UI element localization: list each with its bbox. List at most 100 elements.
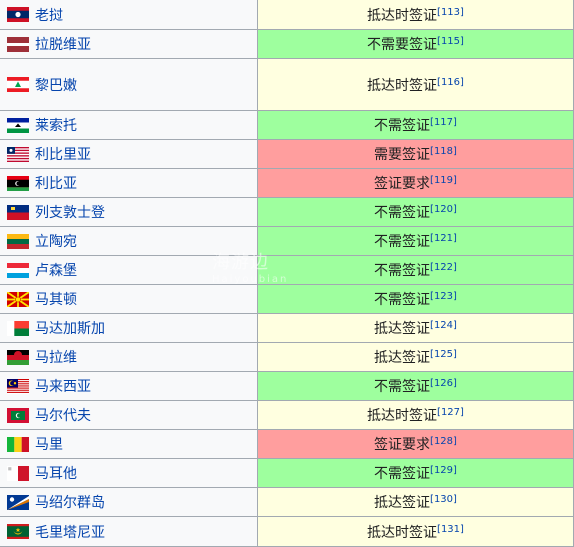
table-row: 马里 签证要求[128]	[0, 429, 574, 459]
country-link[interactable]: 立陶宛	[35, 231, 77, 251]
reference-link[interactable]: [130]	[430, 494, 457, 505]
macedonia-flag-icon	[7, 291, 29, 307]
country-wrap: 卢森堡	[0, 260, 257, 280]
table-row: 马拉维 抵达签证[125]	[0, 342, 574, 372]
table-row: 老挝 抵达时签证[113]	[0, 0, 574, 30]
country-link[interactable]: 马尔代夫	[35, 405, 91, 425]
country-cell: 马来西亚	[0, 371, 258, 401]
country-cell: 利比里亚	[0, 139, 258, 169]
visa-status-cell: 不需签证[123]	[257, 284, 574, 314]
reference-link[interactable]: [128]	[430, 436, 457, 447]
country-link[interactable]: 马绍尔群岛	[35, 492, 105, 512]
reference-link[interactable]: [120]	[430, 204, 457, 215]
country-link[interactable]: 列支敦士登	[35, 202, 105, 222]
reference-link[interactable]: [127]	[437, 407, 464, 418]
country-wrap: 利比里亚	[0, 144, 257, 164]
country-cell: 拉脱维亚	[0, 29, 258, 59]
reference-link[interactable]: [125]	[430, 349, 457, 360]
country-wrap: 马拉维	[0, 347, 257, 367]
visa-status-cell: 抵达时签证[127]	[257, 400, 574, 430]
country-cell: 马耳他	[0, 458, 258, 488]
mauritania-flag-icon	[7, 524, 29, 539]
visa-status-text: 不需要签证	[367, 37, 438, 53]
reference-link[interactable]: [117]	[430, 117, 457, 128]
table-row: 马其顿 不需签证[123]	[0, 284, 574, 314]
lithuania-flag-icon	[7, 233, 29, 249]
malta-flag-icon	[7, 465, 29, 481]
country-link[interactable]: 卢森堡	[35, 260, 77, 280]
reference-link[interactable]: [113]	[437, 7, 464, 18]
reference-link[interactable]: [121]	[430, 233, 457, 244]
visa-status-text: 签证要求	[374, 176, 431, 192]
visa-status-cell: 不需签证[121]	[257, 226, 574, 256]
country-cell: 莱索托	[0, 110, 258, 140]
reference-link[interactable]: [122]	[430, 262, 457, 273]
visa-status-cell: 不需签证[126]	[257, 371, 574, 401]
madagascar-flag-icon	[7, 320, 29, 336]
reference-sup: [119]	[430, 175, 457, 186]
visa-status-text: 抵达时签证	[367, 77, 438, 94]
country-link[interactable]: 利比里亚	[35, 144, 91, 164]
country-cell: 列支敦士登	[0, 197, 258, 227]
reference-sup: [116]	[437, 77, 464, 88]
country-cell: 马尔代夫	[0, 400, 258, 430]
reference-sup: [113]	[437, 7, 464, 18]
reference-sup: [128]	[430, 436, 457, 447]
reference-sup: [118]	[430, 146, 457, 157]
libya-flag-icon	[7, 175, 29, 191]
country-link[interactable]: 马来西亚	[35, 376, 91, 396]
country-link[interactable]: 马拉维	[35, 347, 77, 367]
country-wrap: 立陶宛	[0, 231, 257, 251]
latvia-flag-icon	[7, 36, 29, 52]
country-link[interactable]: 黎巴嫩	[35, 75, 77, 95]
visa-status-cell: 抵达签证[124]	[257, 313, 574, 343]
mali-flag-icon	[7, 436, 29, 452]
reference-link[interactable]: [123]	[430, 291, 457, 302]
country-wrap: 黎巴嫩	[0, 75, 257, 95]
reference-link[interactable]: [124]	[430, 320, 457, 331]
country-link[interactable]: 马耳他	[35, 463, 77, 483]
country-cell: 利比亚	[0, 168, 258, 198]
country-cell: 毛里塔尼亚	[0, 516, 258, 547]
table-row: 拉脱维亚 不需要签证[115]	[0, 29, 574, 59]
visa-status-cell: 抵达签证[125]	[257, 342, 574, 372]
country-wrap: 马来西亚	[0, 376, 257, 396]
country-link[interactable]: 毛里塔尼亚	[35, 522, 105, 542]
visa-status-cell: 不需签证[129]	[257, 458, 574, 488]
visa-status-cell: 抵达时签证[116]	[257, 58, 574, 111]
reference-link[interactable]: [129]	[430, 465, 457, 476]
country-link[interactable]: 莱索托	[35, 115, 77, 135]
visa-status-cell: 抵达时签证[113]	[257, 0, 574, 30]
reference-link[interactable]: [118]	[430, 146, 457, 157]
visa-status-text: 需要签证	[374, 147, 431, 163]
visa-status-text: 不需签证	[374, 292, 431, 308]
visa-status-text: 不需签证	[374, 118, 431, 134]
reference-link[interactable]: [119]	[430, 175, 457, 186]
marshall-flag-icon	[7, 494, 29, 510]
reference-link[interactable]: [116]	[437, 77, 464, 88]
country-wrap: 毛里塔尼亚	[0, 522, 257, 542]
country-link[interactable]: 马达加斯加	[35, 318, 105, 338]
table-row: 利比里亚 需要签证[118]	[0, 139, 574, 169]
visa-status-text: 不需签证	[374, 205, 431, 221]
table-row: 利比亚 签证要求[119]	[0, 168, 574, 198]
country-link[interactable]: 拉脱维亚	[35, 34, 91, 54]
table-row: 马耳他 不需签证[129]	[0, 458, 574, 488]
lesotho-flag-icon	[7, 117, 29, 133]
country-wrap: 马达加斯加	[0, 318, 257, 338]
table-row: 卢森堡 不需签证[122]	[0, 255, 574, 285]
reference-sup: [117]	[430, 117, 457, 128]
reference-link[interactable]: [131]	[437, 524, 464, 535]
reference-sup: [122]	[430, 262, 457, 273]
country-link[interactable]: 利比亚	[35, 173, 77, 193]
country-link[interactable]: 马其顿	[35, 289, 77, 309]
country-link[interactable]: 老挝	[35, 5, 63, 25]
country-cell: 马其顿	[0, 284, 258, 314]
reference-link[interactable]: [126]	[430, 378, 457, 389]
visa-status-text: 不需签证	[374, 379, 431, 395]
table-row: 列支敦士登 不需签证[120]	[0, 197, 574, 227]
reference-link[interactable]: [115]	[437, 36, 464, 47]
visa-status-cell: 签证要求[119]	[257, 168, 574, 198]
visa-status-text: 不需签证	[374, 234, 431, 250]
country-link[interactable]: 马里	[35, 434, 63, 454]
